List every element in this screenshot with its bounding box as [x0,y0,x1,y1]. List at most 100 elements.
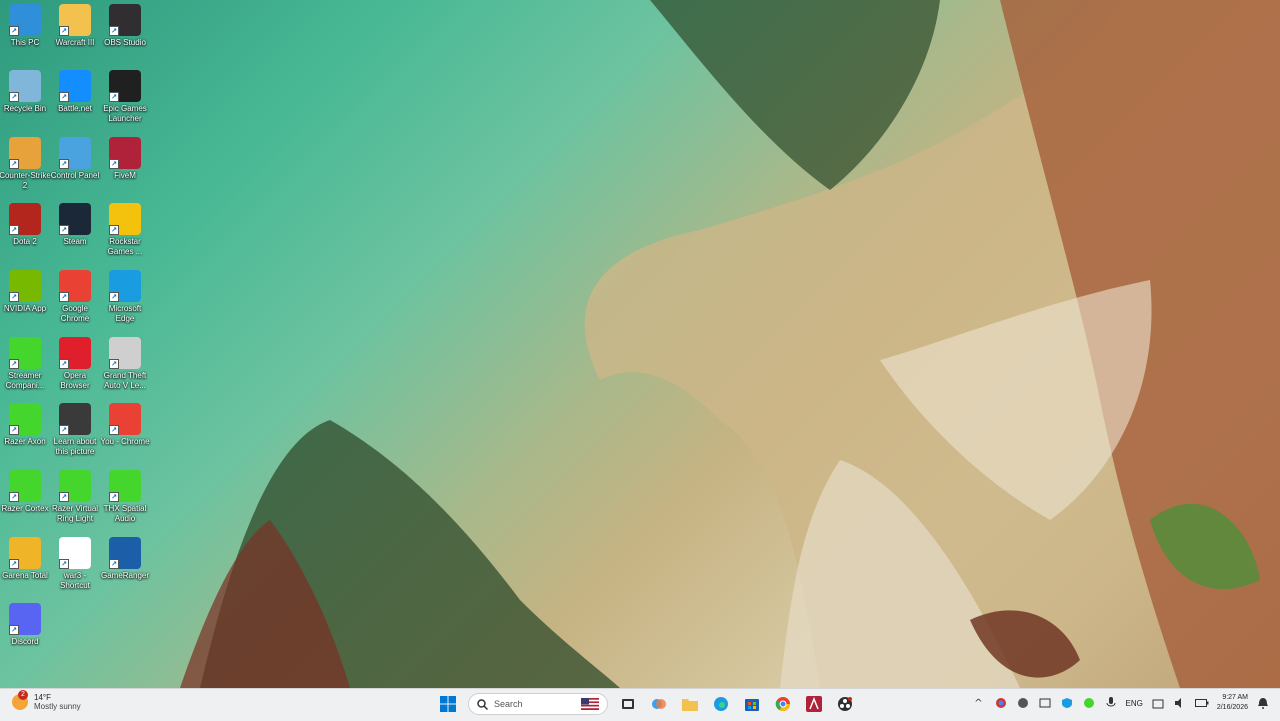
desktop-icon-control-panel[interactable]: ↗ Control Panel [50,137,100,201]
chrome-button[interactable] [772,693,794,715]
shortcut-arrow-icon: ↗ [109,425,119,435]
microphone-icon[interactable] [1104,696,1118,710]
shortcut-arrow-icon: ↗ [109,359,119,369]
desktop-icon-chrome[interactable]: ↗ Google Chrome [50,270,100,334]
desktop-icon-learn-picture[interactable]: ↗ Learn about this picture [50,403,100,467]
desktop-icon-label: Battle.net [58,104,92,113]
chevron-up-icon[interactable]: ^ [972,696,986,710]
war3-shortcut-icon: ↗ [59,537,91,569]
desktop-icon-razer-streamer[interactable]: ↗ Streamer Compani... [0,337,50,401]
weather-widget[interactable]: 2 14°F Mostly sunny [12,690,81,711]
epic-games-icon: ↗ [109,70,141,102]
chrome-profile-icon: ↗ [109,403,141,435]
desktop-icon-gameranger[interactable]: ↗ GameRanger [100,537,150,601]
clock[interactable]: 9:27 AM 2/16/2026 [1217,693,1248,713]
shortcut-arrow-icon: ↗ [59,92,69,102]
desktop-icon-label: Recycle Bin [3,104,47,113]
desktop-icon-recycle-bin[interactable]: ↗ Recycle Bin [0,70,50,134]
razer-streamer-icon: ↗ [9,337,41,369]
shortcut-arrow-icon: ↗ [9,159,19,169]
edge-button[interactable] [710,693,732,715]
desktop-icon-rockstar[interactable]: ↗ Rockstar Games ... [100,203,150,267]
obs-button[interactable] [834,693,856,715]
shortcut-arrow-icon: ↗ [59,292,69,302]
copilot-icon [652,699,666,709]
desktop-icon-label: Streamer Compani... [5,371,45,390]
battery-icon[interactable] [1194,696,1209,710]
rockstar-icon: ↗ [109,203,141,235]
shortcut-arrow-icon: ↗ [109,225,119,235]
speaker-icon[interactable] [1173,696,1187,710]
desktop-icon-discord[interactable]: ↗ Discord [0,603,50,667]
task-view-button[interactable] [617,693,639,715]
desktop-icon-label: THX Spatial Audio [103,504,147,523]
shortcut-arrow-icon: ↗ [9,625,19,635]
desktop-icon-edge[interactable]: ↗ Microsoft Edge [100,270,150,334]
network-tray-icon[interactable] [1038,696,1052,710]
fivem-button[interactable] [803,693,825,715]
taskbar-apps: Search [437,693,856,715]
desktop-icon-gta[interactable]: ↗ Grand Theft Auto V Le... [100,337,150,401]
search-placeholder: Search [494,699,523,709]
security-shield-icon[interactable] [1060,696,1074,710]
desktop-icon-obs[interactable]: ↗ OBS Studio [100,4,150,68]
counter-strike-icon: ↗ [9,137,41,169]
desktop-icon-thx[interactable]: ↗ THX Spatial Audio [100,470,150,534]
shortcut-arrow-icon: ↗ [59,425,69,435]
start-button[interactable] [437,693,459,715]
wifi-icon[interactable] [1151,696,1165,710]
shortcut-arrow-icon: ↗ [109,92,119,102]
tray-app-icon[interactable] [994,696,1008,710]
desktop-icon-war3-shortcut[interactable]: ↗ war3 - Shortcut [50,537,100,601]
taskbar: 2 14°F Mostly sunny Search ^ ENG 9:27 AM… [0,688,1280,721]
razer-ring-light-icon: ↗ [59,470,91,502]
desktop-icon-steam[interactable]: ↗ Steam [50,203,100,267]
desktop-icon-chrome-profile[interactable]: ↗ You - Chrome [100,403,150,467]
desktop-icon-dota[interactable]: ↗ Dota 2 [0,203,50,267]
garena-icon: ↗ [9,537,41,569]
desktop-icon-label: Opera Browser [60,371,90,390]
steam-tray-icon[interactable] [1016,696,1030,710]
gameranger-icon: ↗ [109,537,141,569]
desktop-icon-label: Steam [63,237,87,246]
fivem-icon [806,696,822,712]
shortcut-arrow-icon: ↗ [109,26,119,36]
desktop-icon-label: Warcraft III [55,38,95,47]
desktop-icon-razer-cortex[interactable]: ↗ Razer Cortex [0,470,50,534]
windows-logo-icon [440,696,456,712]
desktop-icon-battlenet[interactable]: ↗ Battle.net [50,70,100,134]
file-explorer-button[interactable] [679,693,701,715]
notification-bell-icon[interactable] [1256,696,1270,710]
desktop-icon-label: Rockstar Games ... [107,237,143,256]
taskbar-search[interactable]: Search [468,693,608,715]
desktop-icon-label: war3 - Shortcut [60,571,90,590]
desktop-icon-epic-games[interactable]: ↗ Epic Games Launcher [100,70,150,134]
desktop-icon-razer-axon[interactable]: ↗ Razer Axon [0,403,50,467]
weather-condition: Mostly sunny [34,702,81,711]
desktop-icon-label: This PC [10,38,40,47]
desktop-icon-counter-strike[interactable]: ↗ Counter-Strike 2 [0,137,51,201]
desktop-icon-nvidia[interactable]: ↗ NVIDIA App [0,270,50,334]
copilot-button[interactable] [648,693,670,715]
shortcut-arrow-icon: ↗ [59,492,69,502]
store-button[interactable] [741,693,763,715]
desktop-icon-razer-ring-light[interactable]: ↗ Razer Virtual Ring Light [50,470,100,534]
desktop-icon-folder[interactable]: ↗ Warcraft III [50,4,100,68]
razer-axon-icon: ↗ [9,403,41,435]
desktop-icon-opera[interactable]: ↗ Opera Browser [50,337,100,401]
shortcut-arrow-icon: ↗ [9,559,19,569]
razer-tray-icon[interactable] [1082,696,1096,710]
desktop-icon-label: Dota 2 [13,237,37,246]
language-indicator[interactable]: ENG [1126,699,1143,708]
desktop-icon-fivem[interactable]: ↗ FiveM [100,137,150,201]
shortcut-arrow-icon: ↗ [109,559,119,569]
chrome-icon [775,697,790,711]
desktop-icon-this-pc[interactable]: ↗ This PC [0,4,50,68]
steam-icon: ↗ [59,203,91,235]
learn-picture-icon: ↗ [59,403,91,435]
discord-icon: ↗ [9,603,41,635]
this-pc-icon: ↗ [9,4,41,36]
desktop-icon-garena[interactable]: ↗ Garena Total [0,537,50,601]
battlenet-icon: ↗ [59,70,91,102]
folder-icon: ↗ [59,4,91,36]
